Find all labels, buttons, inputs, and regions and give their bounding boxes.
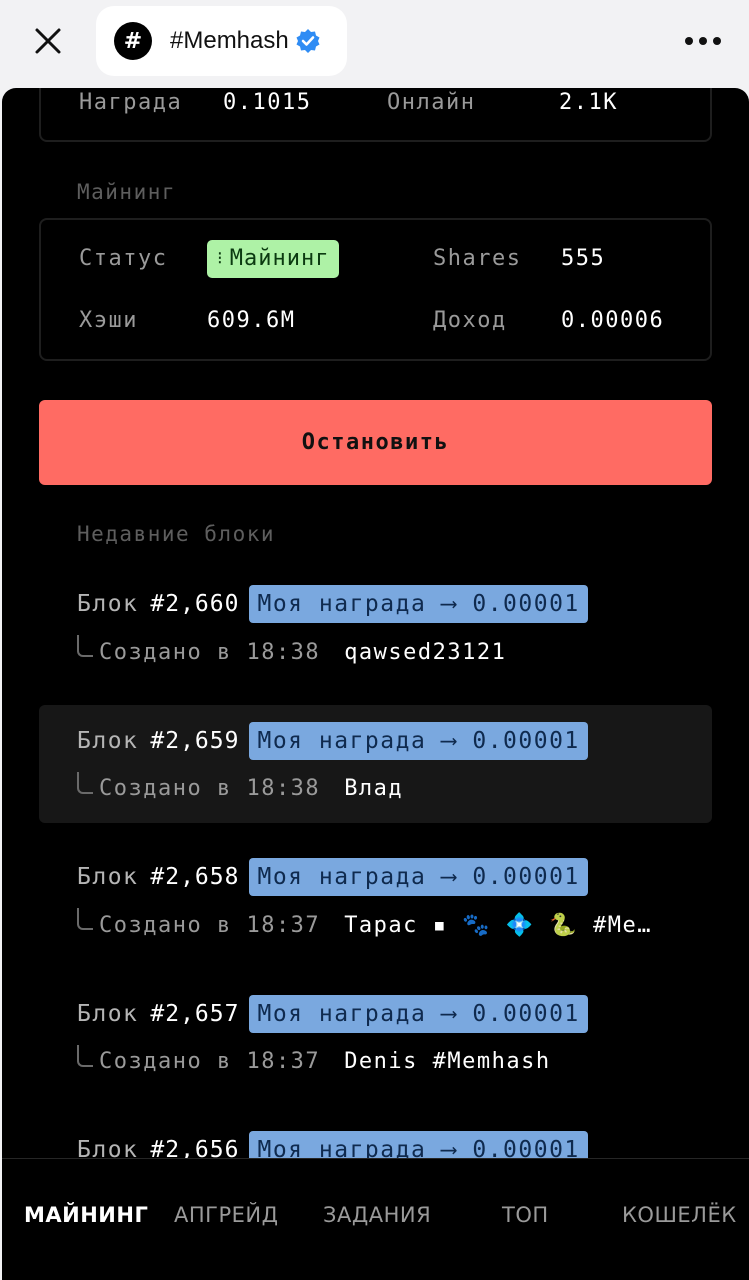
income-value: 0.00006 <box>561 308 665 333</box>
block-header: Блок #2,658 Моя награда ⟶ 0.00001 <box>77 857 588 897</box>
block-row[interactable]: Блок #2,658 Моя награда ⟶ 0.00001 Создано в… <box>39 841 712 959</box>
tree-corner-icon <box>77 908 93 930</box>
reward-badge: Моя награда ⟶ 0.00001 <box>249 858 588 896</box>
status-value: Майнинг <box>229 246 330 271</box>
shares-value: 555 <box>561 246 606 271</box>
memhash-app: Награда 0.1015 Онлайн 2.1K Майнинг Стату… <box>2 88 749 1280</box>
block-header: Блок #2,657 Моя награда ⟶ 0.00001 <box>77 994 588 1034</box>
tree-corner-icon <box>77 1044 93 1067</box>
tree-corner-icon <box>77 771 93 794</box>
hashes-label: Хэши <box>79 308 138 333</box>
block-word: Блок <box>77 1000 139 1027</box>
shares-label: Shares <box>433 246 522 271</box>
nav-mining[interactable]: МАЙНИНГ <box>24 1203 148 1227</box>
online-value: 2.1K <box>559 90 618 115</box>
app-title-pill[interactable]: # #Memhash <box>96 6 347 76</box>
block-created: Создано в 18:38 <box>99 639 321 665</box>
block-row[interactable]: Блок #2,660 Моя награда ⟶ 0.00001 Создано в… <box>39 568 712 686</box>
block-meta: Создано в 18:37 Тарас ▪ 🐾 💠 🐍 #Me… <box>77 905 652 945</box>
online-label: Онлайн <box>387 90 476 115</box>
block-author: Тарас ▪ 🐾 💠 🐍 #Me… <box>344 912 653 938</box>
block-number: #2,658 <box>150 864 240 890</box>
nav-top[interactable]: ТОП <box>502 1203 549 1227</box>
block-author: Denis #Memhash <box>344 1049 551 1074</box>
block-header: Блок #2,660 Моя награда ⟶ 0.00001 <box>77 584 588 624</box>
mining-dots-icon: ⁝ <box>217 248 224 269</box>
block-created: Создано в 18:37 <box>99 912 321 938</box>
block-meta: Создано в 18:38 Влад <box>77 769 403 809</box>
block-row[interactable]: Блок #2,659 Моя награда ⟶ 0.00001 Создано в… <box>39 704 712 823</box>
block-number: #2,660 <box>150 591 240 617</box>
block-number: #2,657 <box>150 1000 240 1027</box>
block-created: Создано в 18:38 <box>99 776 321 801</box>
telegram-header: # #Memhash <box>0 0 749 88</box>
reward-badge: Моя награда ⟶ 0.00001 <box>249 585 588 623</box>
reward-label: Награда <box>79 90 183 115</box>
app-title: #Memhash <box>170 27 289 54</box>
block-word: Блок <box>77 864 139 890</box>
block-row[interactable]: Блок #2,657 Моя награда ⟶ 0.00001 Создано в… <box>39 978 712 1096</box>
income-label: Доход <box>433 308 507 333</box>
more-horizontal-icon <box>685 37 721 45</box>
reward-badge: Моя награда ⟶ 0.00001 <box>249 721 588 760</box>
block-word: Блок <box>77 591 139 617</box>
block-header: Блок #2,659 Моя награда ⟶ 0.00001 <box>77 721 588 761</box>
block-meta: Создано в 18:38 qawsed23121 <box>77 632 506 672</box>
nav-upgrade[interactable]: АПГРЕЙД <box>174 1203 279 1227</box>
nav-wallet[interactable]: КОШЕЛЁК <box>622 1203 737 1227</box>
recent-blocks-title: Недавние блоки <box>77 522 276 546</box>
close-button[interactable] <box>24 20 72 62</box>
stop-mining-button[interactable]: Остановить <box>39 400 712 485</box>
hashes-value: 609.6M <box>207 308 296 333</box>
status-label: Статус <box>79 246 168 271</box>
block-number: #2,659 <box>150 727 240 754</box>
tree-corner-icon <box>77 635 93 657</box>
reward-value: 0.1015 <box>223 90 312 115</box>
block-author: Влад <box>344 776 404 801</box>
block-created: Создано в 18:37 <box>99 1049 321 1074</box>
block-word: Блок <box>77 727 139 754</box>
stats-card: Награда 0.1015 Онлайн 2.1K <box>39 88 712 142</box>
nav-tasks[interactable]: ЗАДАНИЯ <box>323 1203 431 1227</box>
verified-badge-icon <box>295 28 321 54</box>
mining-section-title: Майнинг <box>77 180 177 204</box>
block-meta: Создано в 18:37 Denis #Memhash <box>77 1042 551 1082</box>
block-author: qawsed23121 <box>344 639 507 665</box>
more-button[interactable] <box>681 22 725 60</box>
reward-badge: Моя награда ⟶ 0.00001 <box>249 994 588 1033</box>
app-logo: # <box>114 22 152 60</box>
status-badge: ⁝ Майнинг <box>207 240 340 278</box>
close-icon <box>35 28 61 54</box>
bottom-nav: МАЙНИНГ АПГРЕЙД ЗАДАНИЯ ТОП КОШЕЛЁК <box>2 1158 749 1280</box>
mining-card: Статус ⁝ Майнинг Shares 555 Хэши 609.6M … <box>39 218 712 361</box>
